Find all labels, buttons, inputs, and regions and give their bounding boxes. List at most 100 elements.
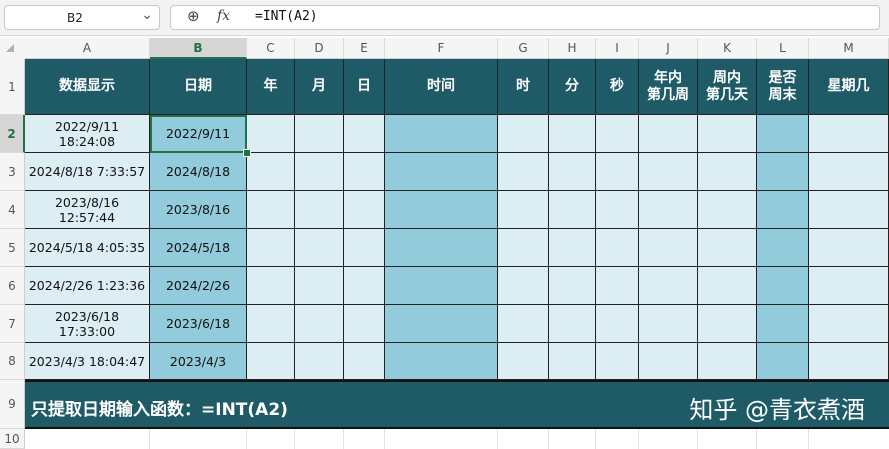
- cell-M5[interactable]: [809, 229, 889, 267]
- cell-G8[interactable]: [498, 343, 549, 380]
- row-header-4[interactable]: 4: [0, 191, 25, 229]
- cell-K7[interactable]: [698, 305, 757, 343]
- empty-row[interactable]: [25, 429, 889, 449]
- cell-D7[interactable]: [295, 305, 344, 343]
- cell-C5[interactable]: [247, 229, 295, 267]
- column-header-G[interactable]: G: [498, 38, 549, 59]
- cell-M4[interactable]: [809, 191, 889, 229]
- cell-I2[interactable]: [596, 115, 639, 153]
- cell-E5[interactable]: [344, 229, 385, 267]
- row-header-5[interactable]: 5: [0, 229, 25, 267]
- cell-D5[interactable]: [295, 229, 344, 267]
- cell-H7[interactable]: [549, 305, 596, 343]
- cell-L7[interactable]: [757, 305, 809, 343]
- column-header-I[interactable]: I: [596, 38, 639, 59]
- cell-B4[interactable]: 2023/8/16: [150, 191, 247, 229]
- cell-L3[interactable]: [757, 153, 809, 191]
- column-header-D[interactable]: D: [295, 38, 344, 59]
- cell-C4[interactable]: [247, 191, 295, 229]
- cell-I8[interactable]: [596, 343, 639, 380]
- cell-L2[interactable]: [757, 115, 809, 153]
- cell-K6[interactable]: [698, 267, 757, 305]
- cell-H5[interactable]: [549, 229, 596, 267]
- cell-C2[interactable]: [247, 115, 295, 153]
- header-cell-D[interactable]: 月: [295, 59, 344, 115]
- cell-I6[interactable]: [596, 267, 639, 305]
- row-header-2[interactable]: 2: [0, 115, 25, 153]
- cell-M7[interactable]: [809, 305, 889, 343]
- cell-B5[interactable]: 2024/5/18: [150, 229, 247, 267]
- cell-D3[interactable]: [295, 153, 344, 191]
- cell-G4[interactable]: [498, 191, 549, 229]
- cell-A5[interactable]: 2024/5/18 4:05:35: [25, 229, 150, 267]
- cell-G3[interactable]: [498, 153, 549, 191]
- column-header-C[interactable]: C: [247, 38, 295, 59]
- cell-A8[interactable]: 2023/4/3 18:04:47: [25, 343, 150, 380]
- cell-A2[interactable]: 2022/9/11 18:24:08: [25, 115, 150, 153]
- row-header-3[interactable]: 3: [0, 153, 25, 191]
- cell-E6[interactable]: [344, 267, 385, 305]
- cell-I5[interactable]: [596, 229, 639, 267]
- cell-B3[interactable]: 2024/8/18: [150, 153, 247, 191]
- cell-G5[interactable]: [498, 229, 549, 267]
- cell-B8[interactable]: 2023/4/3: [150, 343, 247, 380]
- cell-C7[interactable]: [247, 305, 295, 343]
- cell-K8[interactable]: [698, 343, 757, 380]
- cell-K4[interactable]: [698, 191, 757, 229]
- cell-E8[interactable]: [344, 343, 385, 380]
- column-header-B[interactable]: B: [150, 38, 247, 59]
- header-cell-C[interactable]: 年: [247, 59, 295, 115]
- cell-F5[interactable]: [385, 229, 498, 267]
- cell-J6[interactable]: [639, 267, 698, 305]
- cell-K2[interactable]: [698, 115, 757, 153]
- row-header-8[interactable]: 8: [0, 343, 25, 380]
- cell-F6[interactable]: [385, 267, 498, 305]
- cell-J5[interactable]: [639, 229, 698, 267]
- column-header-H[interactable]: H: [549, 38, 596, 59]
- row-header-10[interactable]: 10: [0, 429, 25, 449]
- cell-L5[interactable]: [757, 229, 809, 267]
- formula-input[interactable]: ⊕ fx =INT(A2): [170, 5, 880, 30]
- header-cell-A[interactable]: 数据显示: [25, 59, 150, 115]
- cell-G7[interactable]: [498, 305, 549, 343]
- cell-H4[interactable]: [549, 191, 596, 229]
- header-cell-I[interactable]: 秒: [596, 59, 639, 115]
- header-cell-B[interactable]: 日期: [150, 59, 247, 115]
- cell-J4[interactable]: [639, 191, 698, 229]
- cell-A4[interactable]: 2023/8/16 12:57:44: [25, 191, 150, 229]
- cell-G6[interactable]: [498, 267, 549, 305]
- cell-J2[interactable]: [639, 115, 698, 153]
- cell-D6[interactable]: [295, 267, 344, 305]
- row-header-9[interactable]: 9: [0, 380, 25, 429]
- cell-B7[interactable]: 2023/6/18: [150, 305, 247, 343]
- header-cell-H[interactable]: 分: [549, 59, 596, 115]
- cell-E4[interactable]: [344, 191, 385, 229]
- cell-C8[interactable]: [247, 343, 295, 380]
- cell-E3[interactable]: [344, 153, 385, 191]
- function-icon[interactable]: fx: [217, 8, 230, 24]
- zoom-icon[interactable]: ⊕: [187, 7, 200, 25]
- cell-M8[interactable]: [809, 343, 889, 380]
- cell-H3[interactable]: [549, 153, 596, 191]
- fill-handle[interactable]: [243, 149, 251, 157]
- cell-K5[interactable]: [698, 229, 757, 267]
- cell-J3[interactable]: [639, 153, 698, 191]
- column-header-L[interactable]: L: [757, 38, 809, 59]
- cell-J8[interactable]: [639, 343, 698, 380]
- row-header-6[interactable]: 6: [0, 267, 25, 305]
- header-cell-E[interactable]: 日: [344, 59, 385, 115]
- cell-C6[interactable]: [247, 267, 295, 305]
- cell-F8[interactable]: [385, 343, 498, 380]
- cell-M6[interactable]: [809, 267, 889, 305]
- cell-M3[interactable]: [809, 153, 889, 191]
- cell-D8[interactable]: [295, 343, 344, 380]
- cell-H2[interactable]: [549, 115, 596, 153]
- header-cell-M[interactable]: 星期几: [809, 59, 889, 115]
- cell-A3[interactable]: 2024/8/18 7:33:57: [25, 153, 150, 191]
- column-header-M[interactable]: M: [809, 38, 889, 59]
- cell-E2[interactable]: [344, 115, 385, 153]
- header-cell-J[interactable]: 年内 第几周: [639, 59, 698, 115]
- column-header-F[interactable]: F: [385, 38, 498, 59]
- header-cell-K[interactable]: 周内 第几天: [698, 59, 757, 115]
- cell-K3[interactable]: [698, 153, 757, 191]
